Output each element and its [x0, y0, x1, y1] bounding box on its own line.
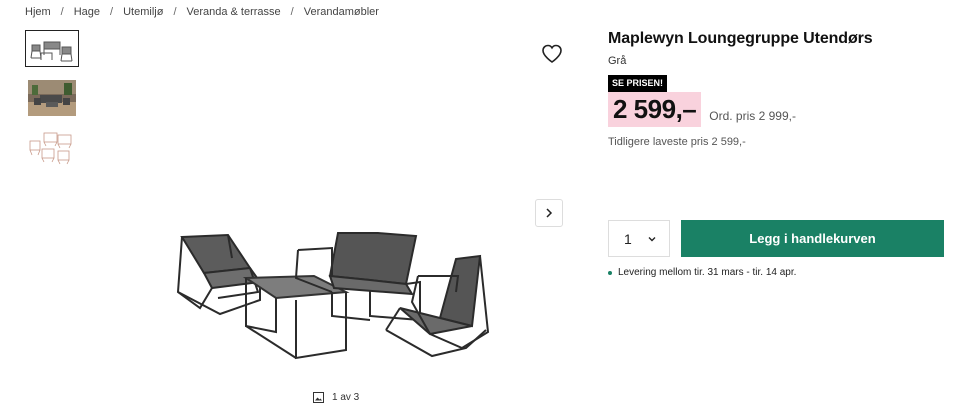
thumbnail-3[interactable] — [25, 128, 79, 165]
thumbnail-1[interactable] — [25, 30, 79, 67]
delivery-text: Levering mellom tir. 31 mars - tir. 14 a… — [618, 267, 797, 278]
breadcrumb: Hjem / Hage / Utemiljø / Veranda & terra… — [25, 6, 379, 18]
quantity-value: 1 — [624, 230, 632, 247]
thumbnail-list — [25, 30, 81, 177]
sketch-thumb-image — [29, 132, 72, 164]
breadcrumb-separator: / — [60, 6, 64, 18]
price-row: 2 599,– Ord. pris 2 999,- — [608, 92, 944, 127]
ordinary-price: Ord. pris 2 999,- — [709, 108, 796, 123]
product-info: Maplewyn Loungegruppe Utendørs Grå SE PR… — [608, 30, 944, 148]
breadcrumb-item-verandamobler[interactable]: Verandamøbler — [304, 6, 379, 18]
quantity-select[interactable]: 1 — [608, 220, 670, 257]
image-icon — [313, 392, 324, 403]
breadcrumb-item-utemiljo[interactable]: Utemiljø — [123, 6, 163, 18]
chevron-right-icon — [546, 208, 553, 218]
breadcrumb-separator: / — [110, 6, 114, 18]
product-title: Maplewyn Loungegruppe Utendørs — [608, 30, 873, 47]
chevron-down-icon — [648, 236, 656, 241]
breadcrumb-item-veranda[interactable]: Veranda & terrasse — [187, 6, 281, 18]
heart-icon — [542, 44, 562, 63]
price-badge: SE PRISEN! — [608, 75, 668, 92]
breadcrumb-item-hage[interactable]: Hage — [74, 6, 100, 18]
purchase-row: 1 Legg i handlekurven — [608, 220, 944, 257]
image-counter-text: 1 av 3 — [332, 392, 360, 403]
image-counter: 1 av 3 — [313, 392, 359, 403]
next-image-button[interactable] — [535, 199, 563, 227]
lounge-set-image — [176, 232, 490, 360]
product-main-image[interactable] — [100, 30, 580, 405]
thumbnail-2[interactable] — [25, 79, 79, 116]
add-to-cart-button[interactable]: Legg i handlekurven — [681, 220, 944, 257]
breadcrumb-separator: / — [290, 6, 294, 18]
status-dot-icon — [608, 270, 612, 275]
delivery-info: Levering mellom tir. 31 mars - tir. 14 a… — [608, 267, 796, 278]
favorite-button[interactable] — [540, 42, 564, 66]
product-color: Grå — [608, 55, 627, 67]
lowest-price-note: Tidligere laveste pris 2 599,- — [608, 136, 746, 148]
furniture-thumb-image — [30, 41, 73, 61]
breadcrumb-item-home[interactable]: Hjem — [25, 6, 51, 18]
breadcrumb-separator: / — [173, 6, 177, 18]
price: 2 599,– — [608, 92, 702, 127]
lifestyle-thumb-image — [28, 79, 76, 116]
